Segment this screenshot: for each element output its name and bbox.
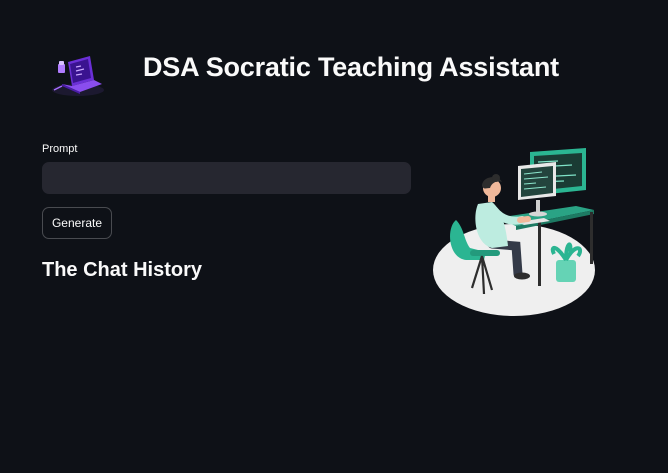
laptop-icon <box>52 56 104 96</box>
prompt-label: Prompt <box>42 143 78 155</box>
page-title: DSA Socratic Teaching Assistant <box>143 52 559 82</box>
generate-button[interactable]: Generate <box>42 207 112 239</box>
developer-at-desk-illustration <box>433 148 595 316</box>
chat-history-heading: The Chat History <box>42 259 203 281</box>
prompt-input[interactable] <box>42 162 411 194</box>
